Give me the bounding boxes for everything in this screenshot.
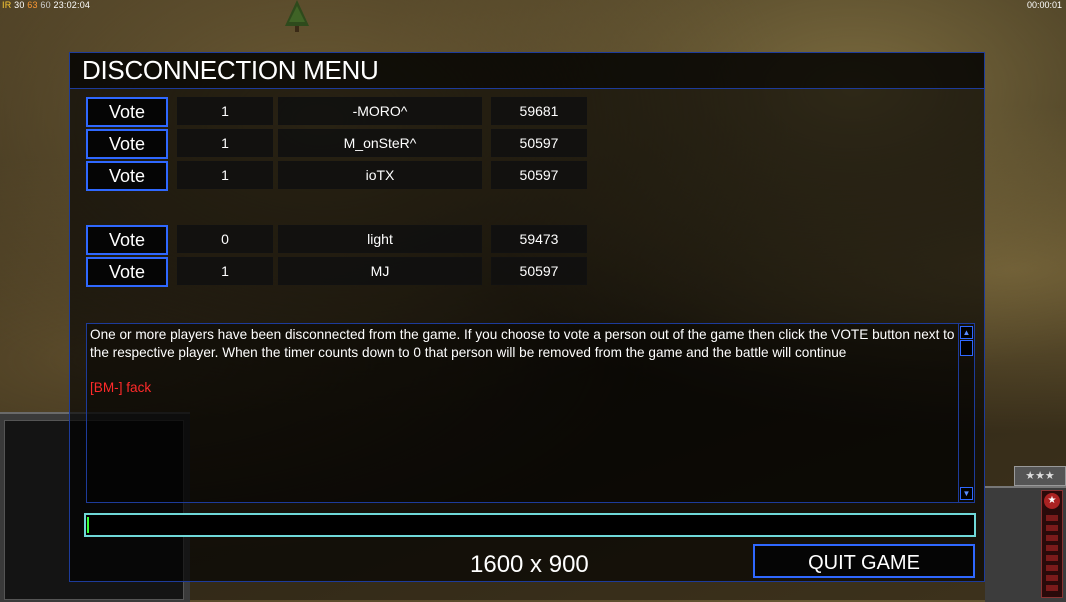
- player-row: Vote 1 MJ 50597: [86, 257, 606, 287]
- player-id: 50597: [491, 257, 587, 285]
- disconnect-message: One or more players have been disconnect…: [90, 327, 955, 360]
- player-name: M_onSteR^: [278, 129, 482, 157]
- vote-count: 1: [177, 161, 273, 189]
- player-row: Vote 1 M_onSteR^ 50597: [86, 129, 606, 159]
- vote-button[interactable]: Vote: [86, 97, 168, 127]
- power-segment: [1046, 555, 1058, 561]
- player-name: -MORO^: [278, 97, 482, 125]
- player-id: 50597: [491, 129, 587, 157]
- player-row: Vote 1 -MORO^ 59681: [86, 97, 606, 127]
- resolution-label: 1600 x 900: [470, 551, 589, 578]
- tree-icon: [285, 0, 309, 32]
- player-name: light: [278, 225, 482, 253]
- vote-count: 1: [177, 257, 273, 285]
- vote-button[interactable]: Vote: [86, 225, 168, 255]
- vote-count: 0: [177, 225, 273, 253]
- player-id: 50597: [491, 161, 587, 189]
- player-name: ioTX: [278, 161, 482, 189]
- disconnection-dialog: DISCONNECTION MENU Vote 1 -MORO^ 59681 V…: [69, 52, 985, 582]
- scroll-down-icon[interactable]: ▼: [960, 487, 973, 500]
- rank-badge: ★★★: [1014, 466, 1066, 486]
- hud-timer: 00:00:01: [1026, 0, 1062, 10]
- vote-button[interactable]: Vote: [86, 257, 168, 287]
- vote-count: 1: [177, 129, 273, 157]
- hud-stat-1: IR: [2, 0, 12, 10]
- hud-clock: 23:02:04: [53, 0, 91, 10]
- dialog-title: DISCONNECTION MENU: [82, 55, 379, 85]
- message-scrollbar[interactable]: ▲ ▼: [958, 324, 974, 502]
- hud-stat-3: 63: [27, 0, 38, 10]
- quit-game-button[interactable]: QUIT GAME: [753, 544, 975, 578]
- star-icon: ★: [1044, 493, 1060, 509]
- hud-stats: IR 30 63 60 23:02:04: [2, 0, 90, 10]
- vote-button[interactable]: Vote: [86, 129, 168, 159]
- vote-button[interactable]: Vote: [86, 161, 168, 191]
- scroll-up-icon[interactable]: ▲: [960, 326, 973, 339]
- scroll-thumb[interactable]: [960, 340, 973, 356]
- chat-input[interactable]: [84, 513, 976, 537]
- hud-stat-2: 30: [14, 0, 25, 10]
- player-name: MJ: [278, 257, 482, 285]
- vote-count: 1: [177, 97, 273, 125]
- dialog-title-bar: DISCONNECTION MENU: [70, 53, 984, 89]
- power-segment: [1046, 585, 1058, 591]
- hud-stat-4: 60: [40, 0, 51, 10]
- power-bar: ★: [1041, 490, 1063, 598]
- chat-message: [BM-] fack: [90, 380, 152, 395]
- player-row: Vote 0 light 59473: [86, 225, 606, 255]
- player-id: 59473: [491, 225, 587, 253]
- power-segment: [1046, 545, 1058, 551]
- player-id: 59681: [491, 97, 587, 125]
- power-segment: [1046, 525, 1058, 531]
- power-segment: [1046, 515, 1058, 521]
- player-row: Vote 1 ioTX 50597: [86, 161, 606, 191]
- message-log: One or more players have been disconnect…: [86, 323, 975, 503]
- power-segment: [1046, 575, 1058, 581]
- power-segment: [1046, 565, 1058, 571]
- power-segment: [1046, 535, 1058, 541]
- text-caret: [87, 517, 89, 533]
